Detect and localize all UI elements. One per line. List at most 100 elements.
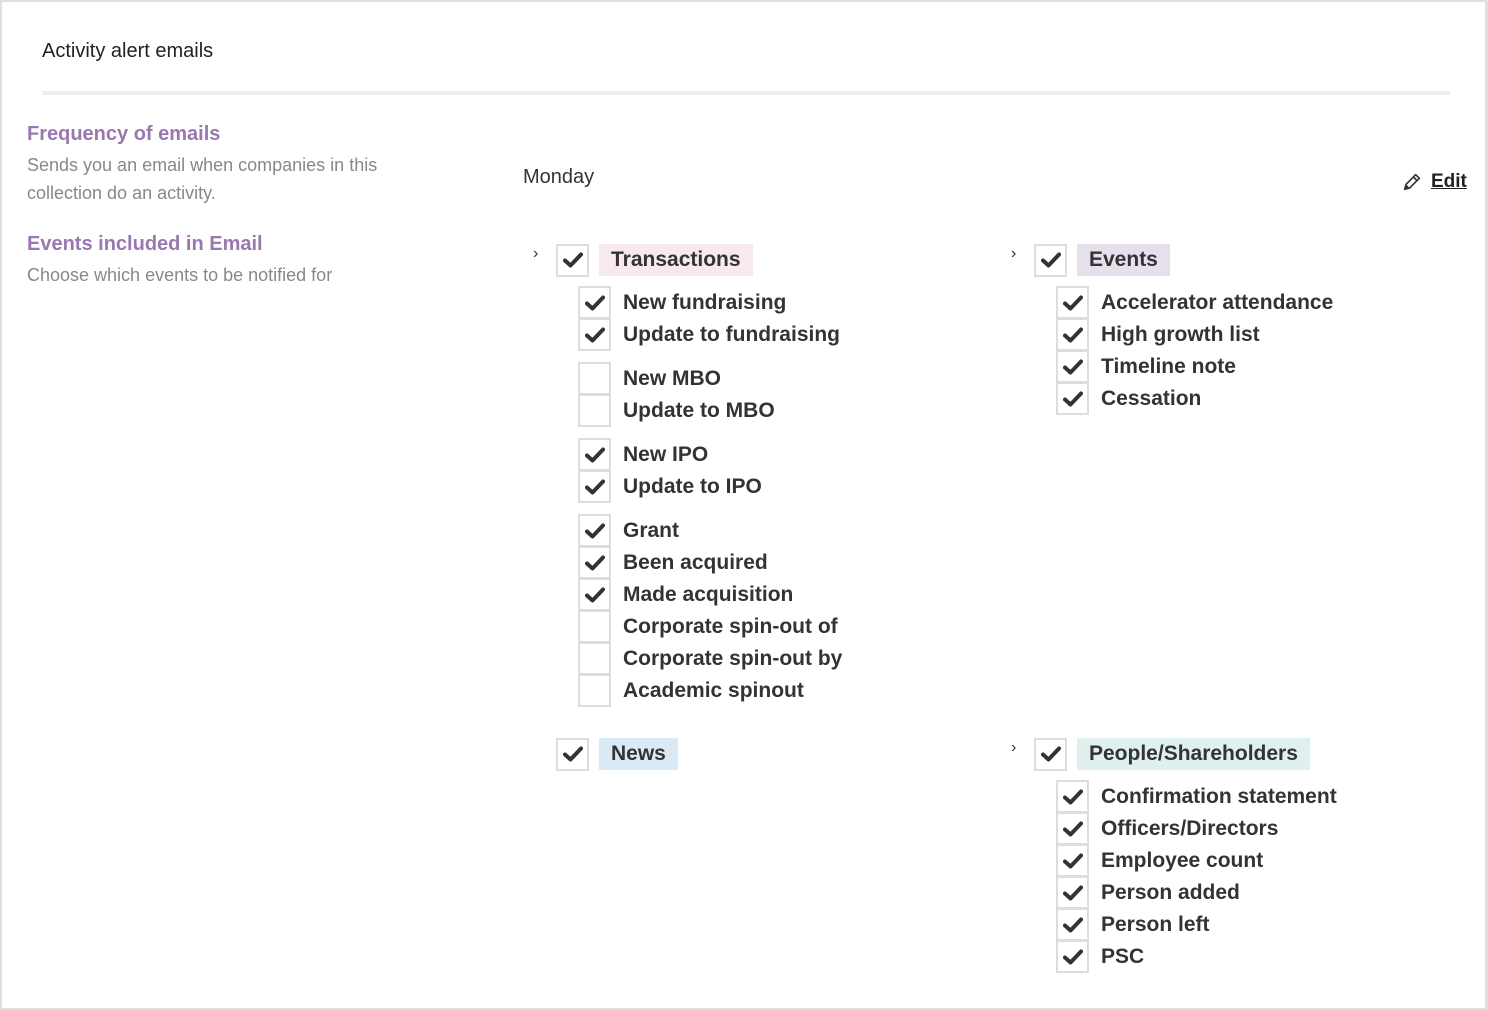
event-label: New MBO <box>623 367 722 390</box>
chevron-right-icon[interactable]: › <box>533 245 547 265</box>
checkmark-icon <box>1062 789 1083 804</box>
transactions-items: New fundraising Update to fundraising New … <box>578 286 842 707</box>
event-label: Accelerator attendance <box>1101 291 1334 314</box>
edit-frequency-button[interactable]: Edit <box>1401 171 1467 193</box>
event-option[interactable]: New MBO <box>578 362 842 395</box>
people-checkbox[interactable] <box>1034 737 1067 771</box>
checkmark-icon <box>562 252 583 268</box>
checkmark-icon <box>1062 885 1083 900</box>
events-description: Choose which events to be notified for <box>27 265 333 285</box>
event-option[interactable]: New fundraising <box>578 286 842 319</box>
event-label: Timeline note <box>1101 355 1236 378</box>
event-label: Cessation <box>1101 387 1202 410</box>
event-option[interactable]: PSC <box>1056 940 1337 973</box>
checkmark-icon <box>1062 295 1083 310</box>
people-items: Confirmation statement Officers/Directors… <box>1056 780 1337 973</box>
event-label: Person left <box>1101 913 1210 936</box>
events-checkbox[interactable] <box>1034 243 1067 277</box>
event-checkbox[interactable] <box>1056 940 1089 973</box>
event-checkbox[interactable] <box>578 286 611 319</box>
event-label: Made acquisition <box>623 583 794 606</box>
events-items: Accelerator attendance High growth list Ti… <box>1056 286 1334 415</box>
event-option[interactable]: Cessation <box>1056 382 1333 415</box>
checkmark-icon <box>584 523 605 538</box>
event-label: Person added <box>1101 881 1240 904</box>
event-option[interactable]: Accelerator attendance <box>1056 286 1334 319</box>
people-tag: People/Shareholders <box>1077 738 1310 770</box>
event-option[interactable]: Corporate spin-out by <box>578 642 842 675</box>
panel-title: Activity alert emails <box>42 40 214 62</box>
event-checkbox[interactable] <box>1056 812 1089 845</box>
event-option[interactable]: Officers/Directors <box>1056 812 1337 845</box>
event-label: High growth list <box>1101 323 1260 346</box>
event-checkbox[interactable] <box>1056 382 1089 415</box>
event-label: Officers/Directors <box>1101 817 1279 840</box>
event-label: Update to MBO <box>623 399 775 422</box>
event-label: Update to fundraising <box>623 323 840 346</box>
event-checkbox[interactable] <box>578 546 611 579</box>
events-group: › Events Accelerator attendance High grow… <box>1011 243 1334 415</box>
checkmark-icon <box>584 295 605 310</box>
checkmark-icon <box>1062 821 1083 836</box>
event-label: Corporate spin-out of <box>623 615 838 638</box>
checkmark-icon <box>562 746 583 762</box>
event-option[interactable]: Timeline note <box>1056 350 1333 383</box>
activity-alert-panel: Activity alert emails Frequency of email… <box>0 0 1488 1010</box>
event-option[interactable]: Update to IPO <box>578 470 842 503</box>
event-label: Employee count <box>1101 849 1264 872</box>
event-label: Confirmation statement <box>1101 785 1337 808</box>
checkmark-icon <box>1062 359 1083 374</box>
event-checkbox[interactable] <box>578 674 611 707</box>
event-checkbox[interactable] <box>578 362 611 395</box>
pencil-icon <box>1403 173 1421 191</box>
event-checkbox[interactable] <box>578 318 611 351</box>
event-option[interactable]: High growth list <box>1056 318 1333 351</box>
checkmark-icon <box>584 327 605 342</box>
event-checkbox[interactable] <box>578 578 611 611</box>
event-checkbox[interactable] <box>1056 350 1089 383</box>
event-option[interactable]: New IPO <box>578 438 842 471</box>
event-checkbox[interactable] <box>1056 844 1089 877</box>
checkmark-icon <box>584 555 605 570</box>
event-checkbox[interactable] <box>578 394 611 427</box>
checkmark-icon <box>1062 853 1083 868</box>
chevron-right-icon[interactable]: › <box>1011 739 1025 759</box>
event-label: Been acquired <box>623 551 768 574</box>
event-label: New fundraising <box>623 291 787 314</box>
event-option[interactable]: Made acquisition <box>578 578 842 611</box>
event-option[interactable]: Employee count <box>1056 844 1337 877</box>
checkmark-icon <box>584 587 605 602</box>
transactions-tag: Transactions <box>599 244 753 276</box>
event-option[interactable]: Person added <box>1056 876 1337 909</box>
event-option[interactable]: Grant <box>578 514 842 547</box>
event-checkbox[interactable] <box>1056 286 1089 319</box>
event-option[interactable]: Academic spinout <box>578 674 842 707</box>
event-checkbox[interactable] <box>578 438 611 471</box>
event-option[interactable]: Been acquired <box>578 546 842 579</box>
event-label: PSC <box>1101 945 1145 968</box>
event-checkbox[interactable] <box>578 470 611 503</box>
event-checkbox[interactable] <box>1056 318 1089 351</box>
event-option[interactable]: Person left <box>1056 908 1337 941</box>
checkmark-icon <box>1062 327 1083 342</box>
checkmark-icon <box>1062 949 1083 964</box>
news-group: News <box>556 737 678 771</box>
event-checkbox[interactable] <box>578 610 611 643</box>
frequency-description: Sends you an email when companies in thi… <box>27 155 378 203</box>
event-option[interactable]: Confirmation statement <box>1056 780 1337 813</box>
frequency-value: Monday <box>523 166 595 188</box>
event-checkbox[interactable] <box>578 642 611 675</box>
event-checkbox[interactable] <box>1056 876 1089 909</box>
event-checkbox[interactable] <box>578 514 611 547</box>
event-option[interactable]: Update to MBO <box>578 394 842 427</box>
event-option[interactable]: Update to fundraising <box>578 318 842 351</box>
news-tag: News <box>599 738 678 770</box>
event-option[interactable]: Corporate spin-out of <box>578 610 842 643</box>
item-spacer <box>578 427 842 439</box>
chevron-right-icon[interactable]: › <box>1011 245 1025 265</box>
event-checkbox[interactable] <box>1056 908 1089 941</box>
transactions-checkbox[interactable] <box>556 243 589 277</box>
news-checkbox[interactable] <box>556 737 589 771</box>
events-tag: Events <box>1077 244 1170 276</box>
event-checkbox[interactable] <box>1056 780 1089 813</box>
